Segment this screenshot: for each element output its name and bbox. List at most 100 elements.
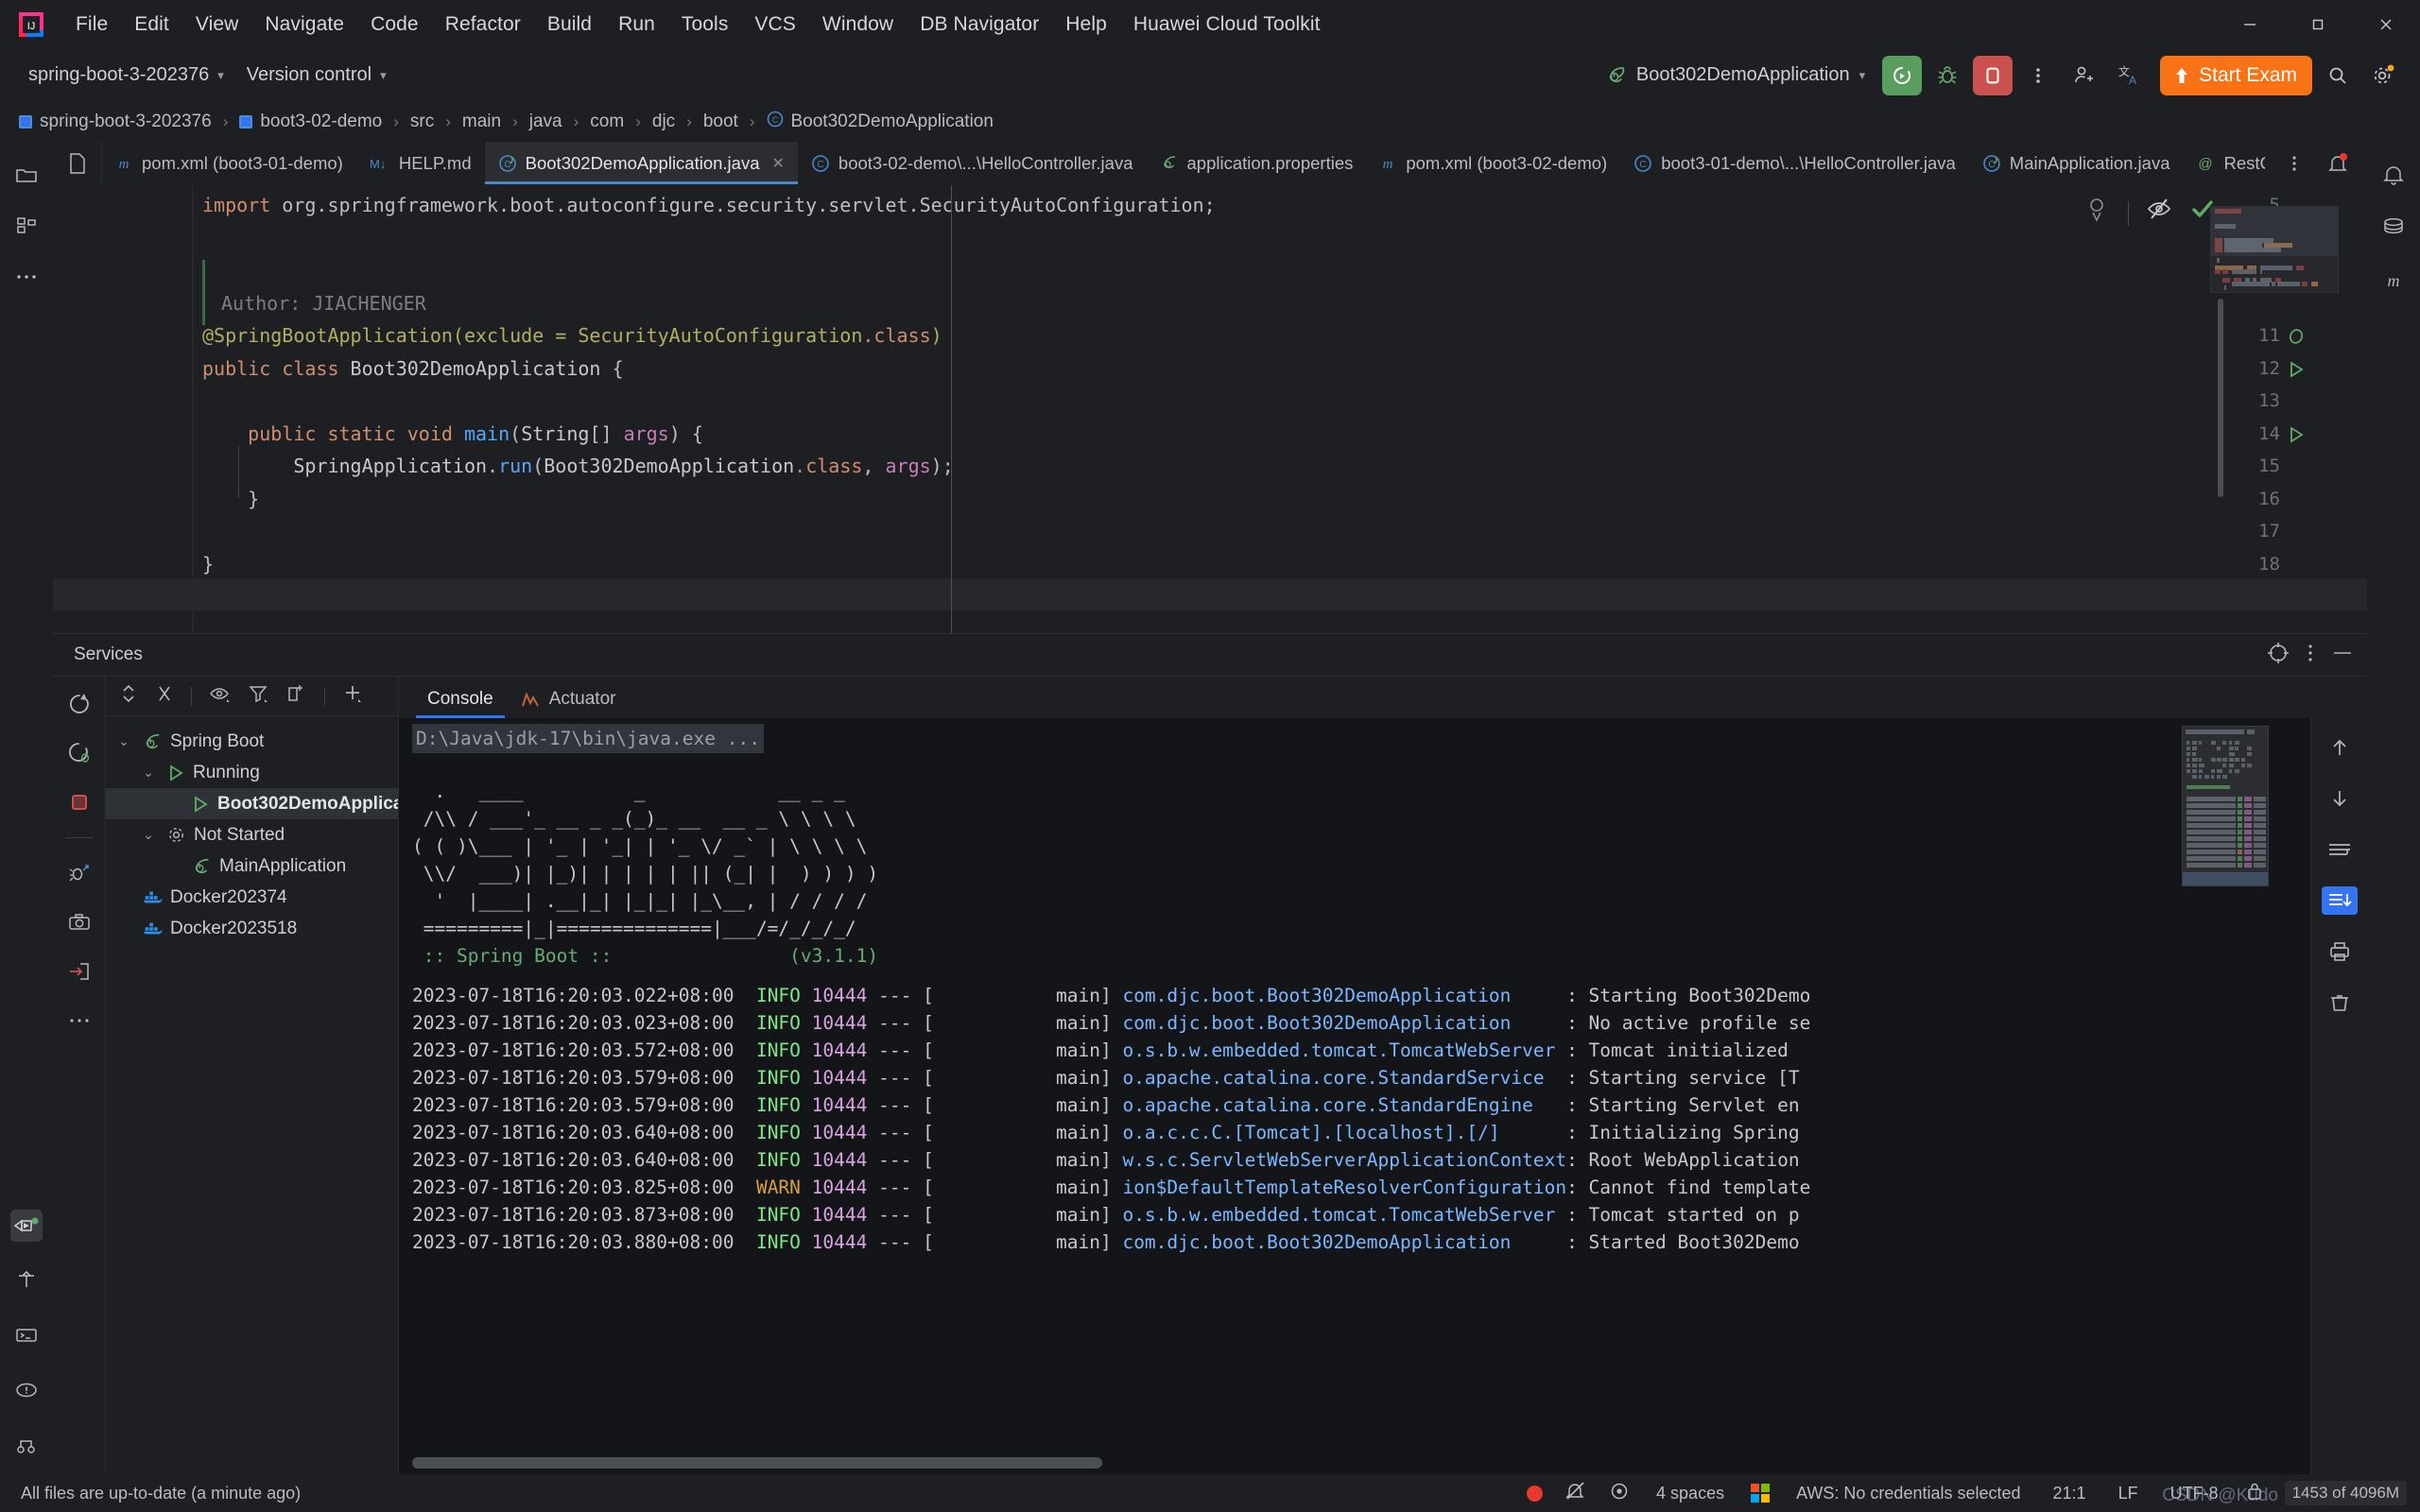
chevron-down-icon[interactable]: ⌄ xyxy=(138,765,159,781)
microsoft-icon[interactable] xyxy=(1751,1484,1770,1503)
menu-item-view[interactable]: View xyxy=(182,8,252,42)
inspection-widget-icon[interactable] xyxy=(2083,195,2111,233)
database-icon[interactable] xyxy=(2377,212,2410,244)
menu-item-edit[interactable]: Edit xyxy=(121,8,182,42)
breadcrumb-item-8[interactable]: C Boot302DemoApplication xyxy=(761,108,999,136)
more-horizontal-icon[interactable] xyxy=(10,261,43,293)
stop-button[interactable] xyxy=(1973,56,2013,95)
indent-selector[interactable]: 4 spaces xyxy=(1651,1481,1730,1506)
editor-minimap[interactable] xyxy=(2210,206,2339,293)
services-tree-node-spring-boot[interactable]: ⌄ Spring Boot xyxy=(106,726,398,757)
services-tree-node-docker202374[interactable]: Docker202374 xyxy=(106,882,398,913)
console-horizontal-scrollbar[interactable] xyxy=(412,1457,1102,1469)
target-icon[interactable] xyxy=(2267,642,2290,669)
services-tree[interactable]: ⌄ Spring Boot ⌄ Running Boot302DemoApplicati… xyxy=(106,716,398,1474)
run-gutter-icon[interactable] xyxy=(2284,421,2308,455)
terminal-icon[interactable] xyxy=(10,1319,43,1351)
start-exam-button[interactable]: Start Exam xyxy=(2160,56,2312,95)
editor-tab-4[interactable]: application.properties xyxy=(1147,142,1367,184)
services-run-icon[interactable] xyxy=(10,1210,43,1242)
menu-item-navigate[interactable]: Navigate xyxy=(251,8,357,42)
menu-item-build[interactable]: Build xyxy=(534,8,605,42)
editor-scrollbar-thumb[interactable] xyxy=(2218,299,2223,497)
record-dot-icon[interactable] xyxy=(1527,1486,1543,1502)
menu-item-window[interactable]: Window xyxy=(809,8,907,42)
close-icon[interactable] xyxy=(155,682,174,710)
line-separator[interactable]: LF xyxy=(2113,1481,2144,1506)
close-icon[interactable]: ✕ xyxy=(772,154,785,173)
menu-item-refactor[interactable]: Refactor xyxy=(432,8,534,42)
services-tree-node-docker2023518[interactable]: Docker2023518 xyxy=(106,913,398,944)
run-configuration-selector[interactable]: Boot302DemoApplication ▾ xyxy=(1594,59,1876,92)
scroll-to-end-icon[interactable] xyxy=(2322,886,2358,915)
problems-icon[interactable] xyxy=(10,1374,43,1406)
debug-bug-icon[interactable] xyxy=(63,857,95,889)
editor-gutter[interactable] xyxy=(53,185,193,633)
editor-tab-8[interactable]: @ RestController.class xyxy=(2183,142,2265,184)
scroll-down-icon[interactable] xyxy=(2322,784,2358,813)
stop-icon[interactable] xyxy=(63,786,95,818)
inspection-icon[interactable] xyxy=(1609,1481,1630,1506)
breadcrumb-item-5[interactable]: com xyxy=(584,109,630,135)
rerun-button[interactable] xyxy=(1882,56,1922,95)
console-tab-actuator[interactable]: Actuator xyxy=(509,683,628,718)
caret-position[interactable]: 21:1 xyxy=(2048,1481,2092,1506)
editor-tab-6[interactable]: Cboot3-01-demo\...\HelloController.java xyxy=(1620,142,1969,184)
tabs-overflow-button[interactable] xyxy=(2274,144,2314,183)
memory-indicator[interactable]: 1453 of 4096M xyxy=(2285,1481,2407,1505)
minimize-icon[interactable] xyxy=(2331,643,2354,668)
lock-icon[interactable] xyxy=(2245,1481,2264,1506)
maven-icon[interactable]: m xyxy=(2377,265,2410,297)
soft-wrap-icon[interactable] xyxy=(2322,835,2358,864)
print-icon[interactable] xyxy=(2322,937,2358,966)
chevron-down-icon[interactable]: ⌄ xyxy=(113,733,134,749)
breadcrumb-item-1[interactable]: boot3-02-demo xyxy=(233,109,388,135)
minimap-viewport[interactable] xyxy=(2211,207,2338,256)
translate-button[interactable]: 文 A xyxy=(2109,56,2149,95)
eye-icon[interactable] xyxy=(209,683,232,709)
account-button[interactable] xyxy=(2064,56,2103,95)
editor-tab-2[interactable]: C Boot302DemoApplication.java ✕ xyxy=(485,142,798,184)
close-button[interactable] xyxy=(2352,0,2420,49)
toolbar-more-button[interactable] xyxy=(2018,56,2058,95)
editor-tab-5[interactable]: m pom.xml (boot3-02-demo) xyxy=(1366,142,1620,184)
expand-collapse-icon[interactable] xyxy=(119,682,138,710)
git-icon[interactable] xyxy=(10,1429,43,1461)
menu-item-vcs[interactable]: VCS xyxy=(741,8,808,42)
trash-icon[interactable] xyxy=(2322,988,2358,1017)
build-icon[interactable] xyxy=(10,1264,43,1297)
file-encoding[interactable]: UTF-8 xyxy=(2165,1481,2224,1506)
chevron-down-icon[interactable]: ⌄ xyxy=(138,827,159,843)
aws-status[interactable]: AWS: No credentials selected xyxy=(1790,1481,2026,1506)
plus-icon[interactable] xyxy=(342,683,363,709)
editor-tab-0[interactable]: m pom.xml (boot3-01-demo) xyxy=(102,142,356,184)
rerun-debug-icon[interactable] xyxy=(63,737,95,769)
editor-tab-7[interactable]: C MainApplication.java xyxy=(1969,142,2184,184)
export-icon[interactable] xyxy=(63,955,95,988)
minimize-button[interactable] xyxy=(2216,0,2284,49)
minimap-viewport[interactable] xyxy=(2183,872,2268,885)
run-gutter-icon[interactable] xyxy=(2284,356,2308,389)
menu-item-huawei-cloud-toolkit[interactable]: Huawei Cloud Toolkit xyxy=(1120,8,1334,42)
debug-button[interactable] xyxy=(1927,56,1967,95)
file-icon[interactable] xyxy=(53,142,102,184)
eye-crossed-icon[interactable] xyxy=(2146,196,2172,232)
new-tab-icon[interactable] xyxy=(286,683,307,709)
spring-bean-icon[interactable] xyxy=(2284,323,2308,356)
console-output[interactable]: D:\Java\jdk-17\bin\java.exe ... . ____ _… xyxy=(399,718,2367,1474)
more-vertical-icon[interactable] xyxy=(2303,643,2318,668)
console-tab-console[interactable]: Console xyxy=(416,683,505,718)
services-tree-node-running[interactable]: ⌄ Running xyxy=(106,757,398,788)
search-everywhere-button[interactable] xyxy=(2318,56,2358,95)
camera-icon[interactable] xyxy=(63,906,95,938)
project-selector[interactable]: spring-boot-3-202376 ▾ xyxy=(17,59,235,92)
menu-item-code[interactable]: Code xyxy=(357,8,432,42)
editor-tab-1[interactable]: M↓ HELP.md xyxy=(356,142,485,184)
structure-icon[interactable] xyxy=(10,210,43,242)
more-horizontal-icon[interactable] xyxy=(63,1005,95,1037)
scroll-up-icon[interactable] xyxy=(2322,733,2358,762)
breadcrumb-item-4[interactable]: java xyxy=(524,109,568,135)
rerun-icon[interactable] xyxy=(63,688,95,720)
menu-item-tools[interactable]: Tools xyxy=(668,8,742,42)
settings-button[interactable] xyxy=(2363,56,2403,95)
